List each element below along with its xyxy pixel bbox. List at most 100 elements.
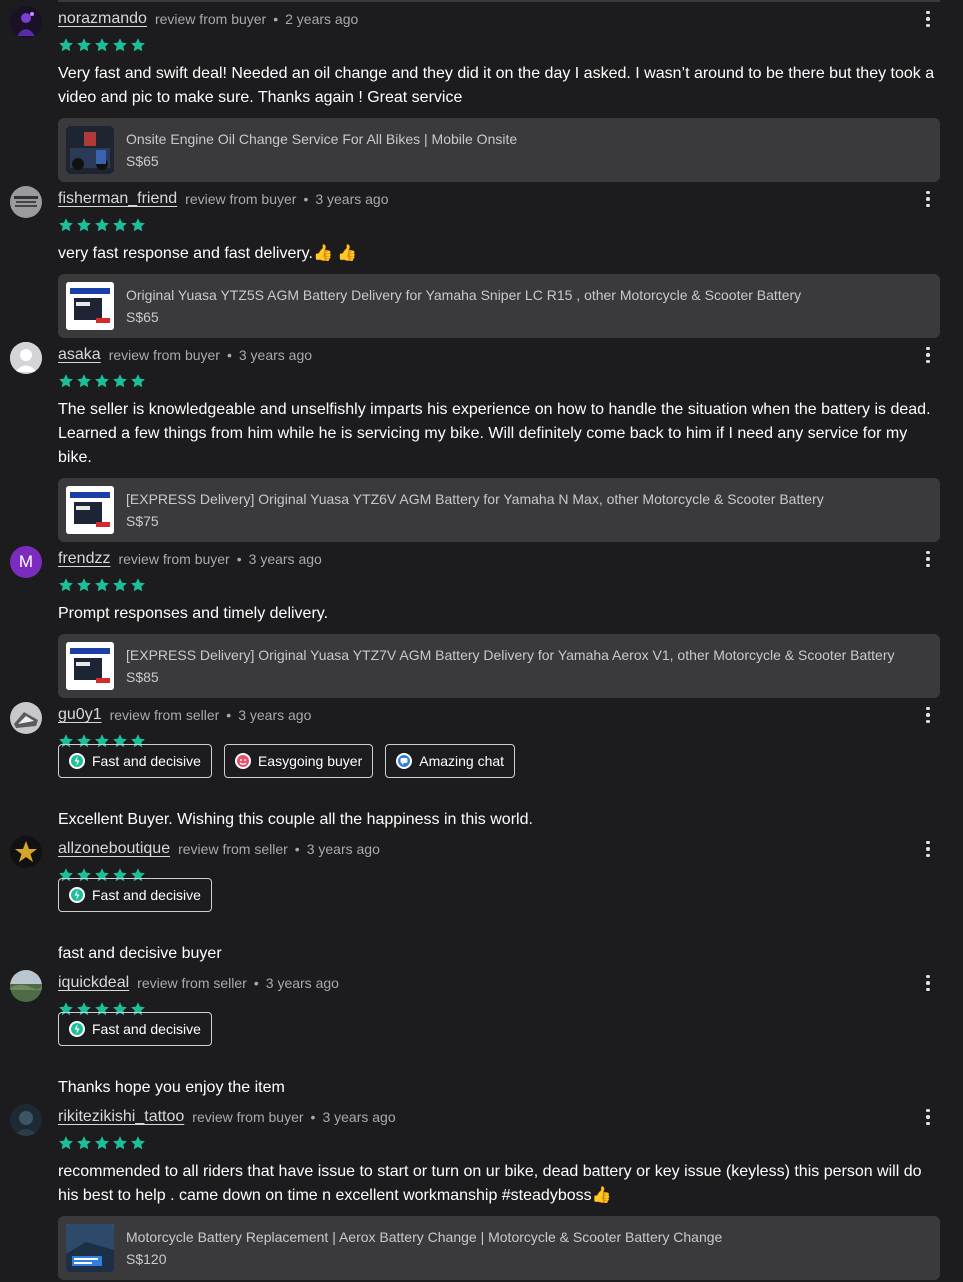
review-header: frendzz review from buyer • 3 years ago (58, 548, 322, 570)
product-card[interactable]: Original Yuasa YTZ5S AGM Battery Deliver… (58, 274, 940, 338)
star-icon (95, 374, 109, 388)
avatar[interactable] (10, 6, 42, 38)
star-rating (58, 217, 146, 233)
review-type: review from buyer (154, 11, 267, 27)
review-text: fast and decisive buyer (58, 945, 222, 962)
separator-dot: • (226, 347, 232, 363)
avatar[interactable] (10, 186, 42, 218)
star-icon (77, 218, 91, 232)
review-time: 3 years ago (248, 551, 322, 567)
review-text: recommended to all riders that have issu… (58, 1163, 922, 1204)
separator-dot: • (226, 707, 232, 723)
tag-fast-and-decisive: Fast and decisive (58, 878, 212, 912)
more-options-icon[interactable] (916, 704, 940, 726)
product-thumbnail (66, 1224, 114, 1272)
product-title: [EXPRESS Delivery] Original Yuasa YTZ7V … (126, 647, 895, 663)
product-thumbnail (66, 126, 114, 174)
review-text: very fast response and fast delivery.👍 👍 (58, 245, 358, 262)
username-link[interactable]: rikitezikishi_tattoo (58, 1108, 184, 1126)
product-price: S$120 (126, 1251, 167, 1267)
product-card[interactable]: [EXPRESS Delivery] Original Yuasa YTZ7V … (58, 634, 940, 698)
review-text: Very fast and swift deal! Needed an oil … (58, 65, 935, 106)
avatar[interactable] (10, 702, 42, 734)
more-options-icon[interactable] (916, 8, 940, 30)
more-options-icon[interactable] (916, 838, 940, 860)
review-item: norazmando review from buyer • 2 years a… (0, 0, 963, 182)
lightning-badge-icon (69, 887, 85, 903)
avatar[interactable] (10, 970, 42, 1002)
star-icon (59, 38, 73, 52)
product-title: Onsite Engine Oil Change Service For All… (126, 131, 518, 147)
review-item: gu0y1 review from seller • 3 years ago F… (0, 696, 963, 830)
avatar-letter: M (18, 552, 34, 571)
review-type: review from buyer (118, 551, 230, 567)
star-icon (77, 374, 91, 388)
star-icon (113, 374, 127, 388)
star-rating (58, 37, 146, 53)
review-tags: Fast and decisive (58, 1012, 212, 1046)
avatar[interactable]: M (10, 546, 42, 578)
product-card[interactable]: Onsite Engine Oil Change Service For All… (58, 118, 940, 182)
avatar[interactable] (10, 342, 42, 374)
review-tags: Fast and decisive (58, 878, 212, 912)
tag-amazing-chat: Amazing chat (385, 744, 516, 778)
review-type: review from seller (137, 975, 247, 991)
review-text: The seller is knowledgeable and unselfis… (58, 401, 931, 466)
tag-fast-and-decisive: Fast and decisive (58, 744, 212, 778)
username-link[interactable]: asaka (58, 346, 101, 364)
product-title: [EXPRESS Delivery] Original Yuasa YTZ6V … (126, 491, 824, 507)
more-options-icon[interactable] (916, 548, 940, 570)
review-time: 2 years ago (285, 11, 359, 27)
username-link[interactable]: iquickdeal (58, 974, 129, 992)
username-link[interactable]: allzoneboutique (58, 840, 170, 858)
separator-dot: • (294, 841, 300, 857)
tag-fast-and-decisive: Fast and decisive (58, 1012, 212, 1046)
review-time: 3 years ago (238, 707, 312, 723)
review-item: iquickdeal review from seller • 3 years … (0, 964, 963, 1098)
star-rating (58, 373, 146, 389)
star-icon (77, 1136, 91, 1150)
product-card[interactable]: Motorcycle Battery Replacement | Aerox B… (58, 1216, 940, 1280)
product-price: S$75 (126, 513, 159, 529)
review-item: fisherman_friend review from buyer • 3 y… (0, 180, 963, 340)
separator-dot: • (303, 191, 309, 207)
star-icon (131, 38, 145, 52)
separator-dot: • (253, 975, 259, 991)
more-options-icon[interactable] (916, 972, 940, 994)
product-title: Motorcycle Battery Replacement | Aerox B… (126, 1229, 723, 1245)
review-time: 3 years ago (306, 841, 380, 857)
username-link[interactable]: gu0y1 (58, 706, 102, 724)
more-options-icon[interactable] (916, 1106, 940, 1128)
review-item: rikitezikishi_tattoo review from buyer •… (0, 1098, 963, 1282)
lightning-badge-icon (69, 1021, 85, 1037)
star-icon (131, 374, 145, 388)
star-icon (113, 1136, 127, 1150)
star-icon (131, 578, 145, 592)
review-header: rikitezikishi_tattoo review from buyer •… (58, 1106, 396, 1128)
chat-badge-icon (396, 753, 413, 769)
review-tags: Fast and decisive Easygoing buyer Amazin… (58, 744, 516, 778)
avatar[interactable] (10, 836, 42, 868)
star-icon (95, 578, 109, 592)
review-item: asaka review from buyer • 3 years ago Th… (0, 336, 963, 542)
separator-dot: • (310, 1109, 316, 1125)
star-icon (95, 218, 109, 232)
separator-dot: • (236, 551, 242, 567)
product-price: S$65 (126, 309, 159, 325)
review-type: review from seller (109, 707, 220, 723)
more-options-icon[interactable] (916, 344, 940, 366)
username-link[interactable]: frendzz (58, 550, 110, 568)
avatar[interactable] (10, 1104, 42, 1136)
star-icon (59, 1136, 73, 1150)
star-icon (113, 38, 127, 52)
star-icon (77, 578, 91, 592)
review-item: allzoneboutique review from seller • 3 y… (0, 830, 963, 964)
product-card[interactable]: [EXPRESS Delivery] Original Yuasa YTZ6V … (58, 478, 940, 542)
review-time: 3 years ago (315, 191, 389, 207)
review-item: M frendzz review from buyer • 3 years ag… (0, 540, 963, 700)
username-link[interactable]: norazmando (58, 10, 147, 28)
star-rating (58, 1135, 146, 1151)
review-header: fisherman_friend review from buyer • 3 y… (58, 188, 389, 210)
more-options-icon[interactable] (916, 188, 940, 210)
username-link[interactable]: fisherman_friend (58, 190, 177, 208)
